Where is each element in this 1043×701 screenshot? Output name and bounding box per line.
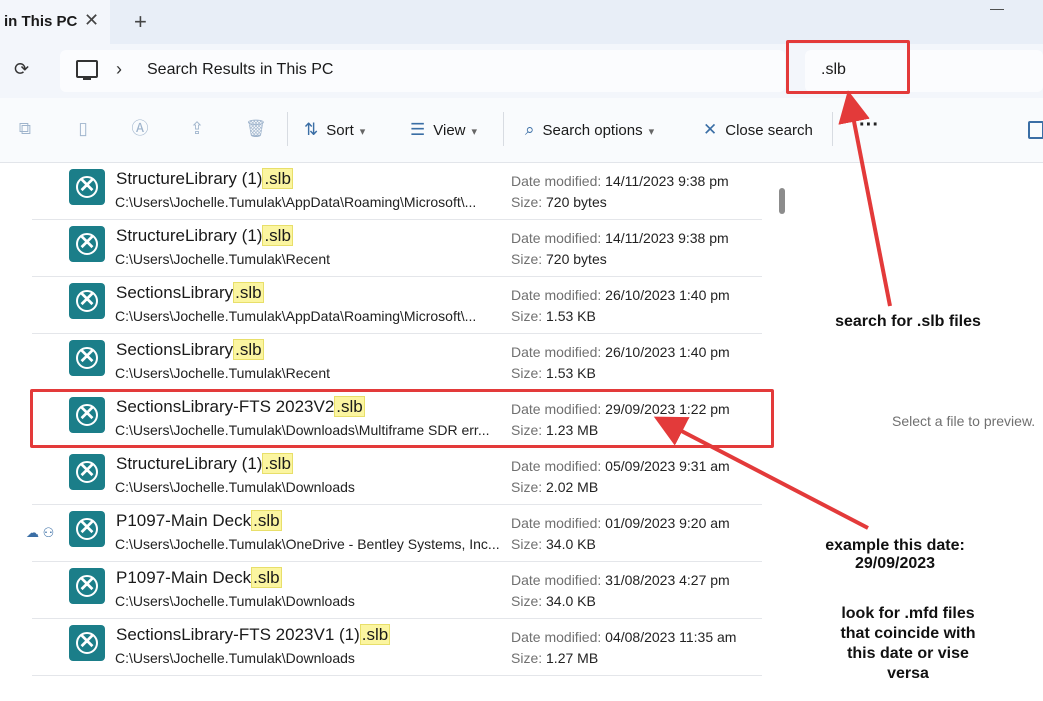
annotation-look-line1: look for .mfd files xyxy=(841,605,975,622)
annotation-search-note: search for .slb files xyxy=(835,313,981,330)
annotation-arrows xyxy=(653,90,892,530)
arrow-to-search-box xyxy=(838,90,892,307)
annotation-look-line2: that coincide with xyxy=(840,625,976,642)
annotation-date-line1: example this date: xyxy=(825,537,965,554)
annotation-date-line2: 29/09/2023 xyxy=(854,555,936,572)
annotation-look-note: look for .mfd files that coincide with t… xyxy=(806,604,1010,684)
annotation-date-note: example this date: 29/09/2023 xyxy=(800,537,990,573)
annotation-look-line4: versa xyxy=(887,665,929,682)
annotation-look-line3: this date or vise xyxy=(847,645,969,662)
arrow-to-date xyxy=(653,416,869,530)
